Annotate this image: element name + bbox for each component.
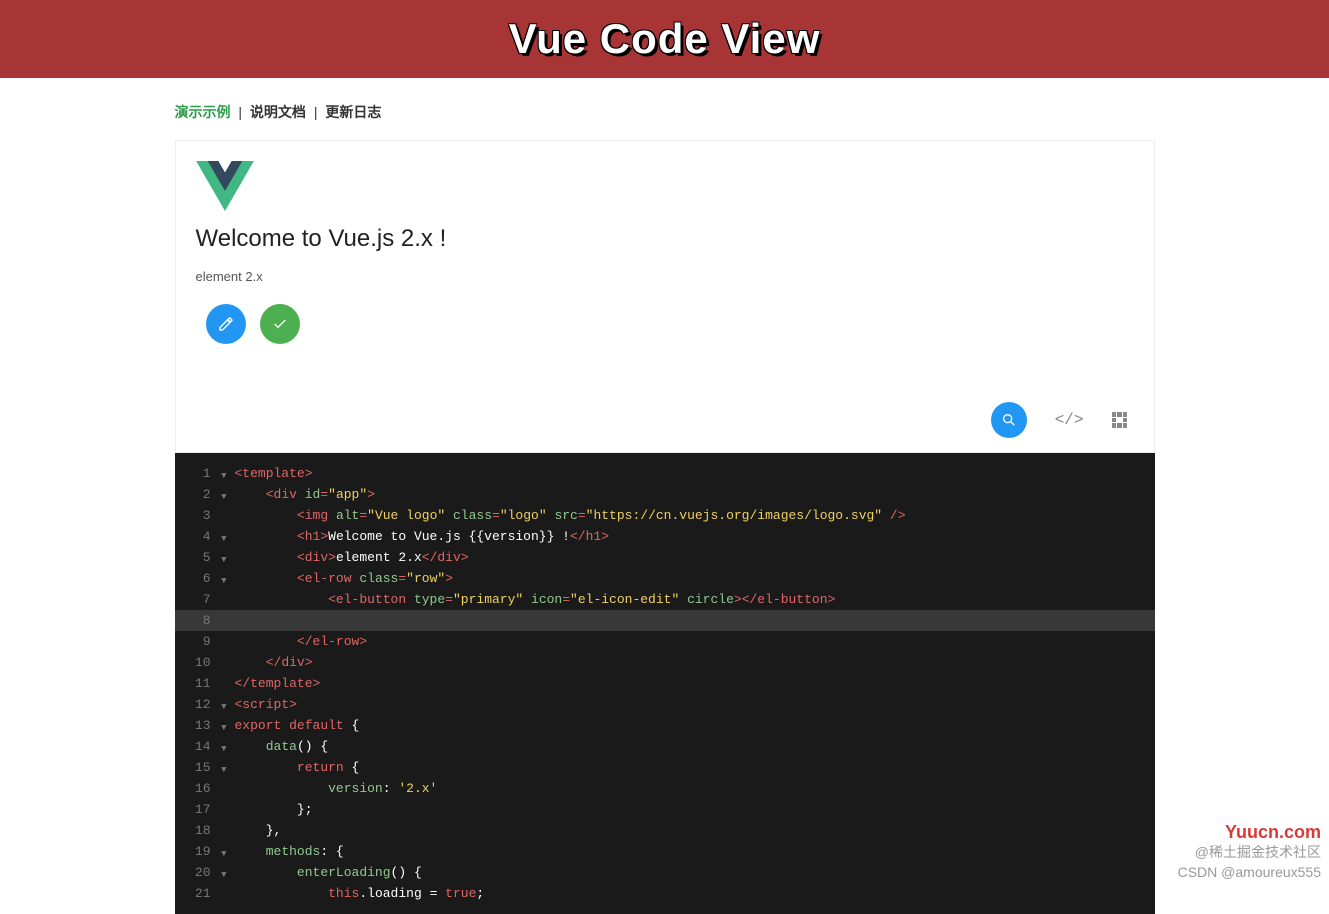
code-line[interactable]: <h1>Welcome to Vue.js {{version}} !</h1> xyxy=(235,526,1155,547)
button-row xyxy=(196,304,1134,344)
fold-icon[interactable]: ▼ xyxy=(221,529,226,550)
line-number: 15▼ xyxy=(175,757,217,778)
search-button[interactable] xyxy=(991,402,1027,438)
code-line[interactable]: </el-row> xyxy=(235,631,1155,652)
code-line[interactable]: data() { xyxy=(235,736,1155,757)
line-number: 18 xyxy=(175,820,217,841)
current-line-highlight xyxy=(175,610,1155,631)
search-icon xyxy=(1001,412,1017,428)
edit-button[interactable] xyxy=(206,304,246,344)
preview-card: Welcome to Vue.js 2.x ! element 2.x </> xyxy=(175,140,1155,453)
line-number: 11 xyxy=(175,673,217,694)
code-line[interactable]: <div>element 2.x</div> xyxy=(235,547,1155,568)
nav-link-demo[interactable]: 演示示例 xyxy=(175,104,231,120)
code-line[interactable]: export default { xyxy=(235,715,1155,736)
line-number: 5▼ xyxy=(175,547,217,568)
editor-toolbar: </> xyxy=(196,394,1134,452)
line-gutter: 1▼2▼34▼5▼6▼789101112▼13▼14▼15▼16171819▼2… xyxy=(175,463,217,904)
fold-icon[interactable]: ▼ xyxy=(221,571,226,592)
preview-heading: Welcome to Vue.js 2.x ! xyxy=(196,225,1134,253)
code-line[interactable]: <template> xyxy=(235,463,1155,484)
line-number: 6▼ xyxy=(175,568,217,589)
check-icon xyxy=(272,316,288,332)
code-line[interactable]: <el-button type="primary" icon="el-icon-… xyxy=(235,589,1155,610)
line-number: 8 xyxy=(175,610,217,631)
fold-icon[interactable]: ▼ xyxy=(221,487,226,508)
code-line[interactable]: <img alt="Vue logo" class="logo" src="ht… xyxy=(235,505,1155,526)
fold-icon[interactable]: ▼ xyxy=(221,739,226,760)
fold-icon[interactable]: ▼ xyxy=(221,865,226,886)
nav-separator: | xyxy=(238,104,242,120)
line-number: 4▼ xyxy=(175,526,217,547)
line-number: 21 xyxy=(175,883,217,904)
line-number: 19▼ xyxy=(175,841,217,862)
qrcode-button[interactable] xyxy=(1112,412,1128,428)
nav-tabs: 演示示例 | 说明文档 | 更新日志 xyxy=(175,78,1155,140)
code-line[interactable]: </div> xyxy=(235,652,1155,673)
code-line[interactable]: </template> xyxy=(235,673,1155,694)
code-line[interactable]: this.loading = true; xyxy=(235,883,1155,904)
fold-icon[interactable]: ▼ xyxy=(221,718,226,739)
line-number: 14▼ xyxy=(175,736,217,757)
check-button[interactable] xyxy=(260,304,300,344)
nav-separator: | xyxy=(314,104,318,120)
line-number: 17 xyxy=(175,799,217,820)
fold-icon[interactable]: ▼ xyxy=(221,697,226,718)
edit-icon xyxy=(218,316,234,332)
line-number: 3 xyxy=(175,505,217,526)
content-wrapper: 演示示例 | 说明文档 | 更新日志 Welcome to Vue.js 2.x… xyxy=(175,78,1155,914)
code-editor[interactable]: 1▼2▼34▼5▼6▼789101112▼13▼14▼15▼16171819▼2… xyxy=(175,453,1155,914)
code-line[interactable]: return { xyxy=(235,757,1155,778)
code-line[interactable]: }; xyxy=(235,799,1155,820)
code-line[interactable]: methods: { xyxy=(235,841,1155,862)
watermark: Yuucn.com @稀土掘金技术社区 CSDN @amoureux555 xyxy=(1178,822,1321,882)
line-number: 10 xyxy=(175,652,217,673)
code-line[interactable]: version: '2.x' xyxy=(235,778,1155,799)
banner: Vue Code View xyxy=(0,0,1329,78)
toggle-code-button[interactable]: </> xyxy=(1055,411,1084,429)
page-title: Vue Code View xyxy=(509,15,821,63)
fold-icon[interactable]: ▼ xyxy=(221,550,226,571)
fold-icon[interactable]: ▼ xyxy=(221,760,226,781)
watermark-line1: @稀土掘金技术社区 xyxy=(1178,842,1321,862)
line-number: 9 xyxy=(175,631,217,652)
vue-logo-icon xyxy=(196,161,254,211)
line-number: 12▼ xyxy=(175,694,217,715)
watermark-brand: Yuucn.com xyxy=(1178,822,1321,842)
line-number: 13▼ xyxy=(175,715,217,736)
line-number: 20▼ xyxy=(175,862,217,883)
preview-subtext: element 2.x xyxy=(196,269,1134,284)
code-icon: </> xyxy=(1055,411,1084,429)
code-area[interactable]: <template> <div id="app"> <img alt="Vue … xyxy=(175,453,1155,904)
code-line[interactable]: }, xyxy=(235,820,1155,841)
line-number: 7 xyxy=(175,589,217,610)
fold-icon[interactable]: ▼ xyxy=(221,466,226,487)
code-line[interactable]: <el-row class="row"> xyxy=(235,568,1155,589)
line-number: 2▼ xyxy=(175,484,217,505)
nav-link-docs[interactable]: 说明文档 xyxy=(250,104,306,120)
line-number: 16 xyxy=(175,778,217,799)
code-line[interactable]: <div id="app"> xyxy=(235,484,1155,505)
watermark-line2: CSDN @amoureux555 xyxy=(1178,862,1321,882)
nav-link-changelog[interactable]: 更新日志 xyxy=(325,104,381,120)
fold-icon[interactable]: ▼ xyxy=(221,844,226,865)
code-line[interactable]: enterLoading() { xyxy=(235,862,1155,883)
line-number: 1▼ xyxy=(175,463,217,484)
code-line[interactable]: <script> xyxy=(235,694,1155,715)
